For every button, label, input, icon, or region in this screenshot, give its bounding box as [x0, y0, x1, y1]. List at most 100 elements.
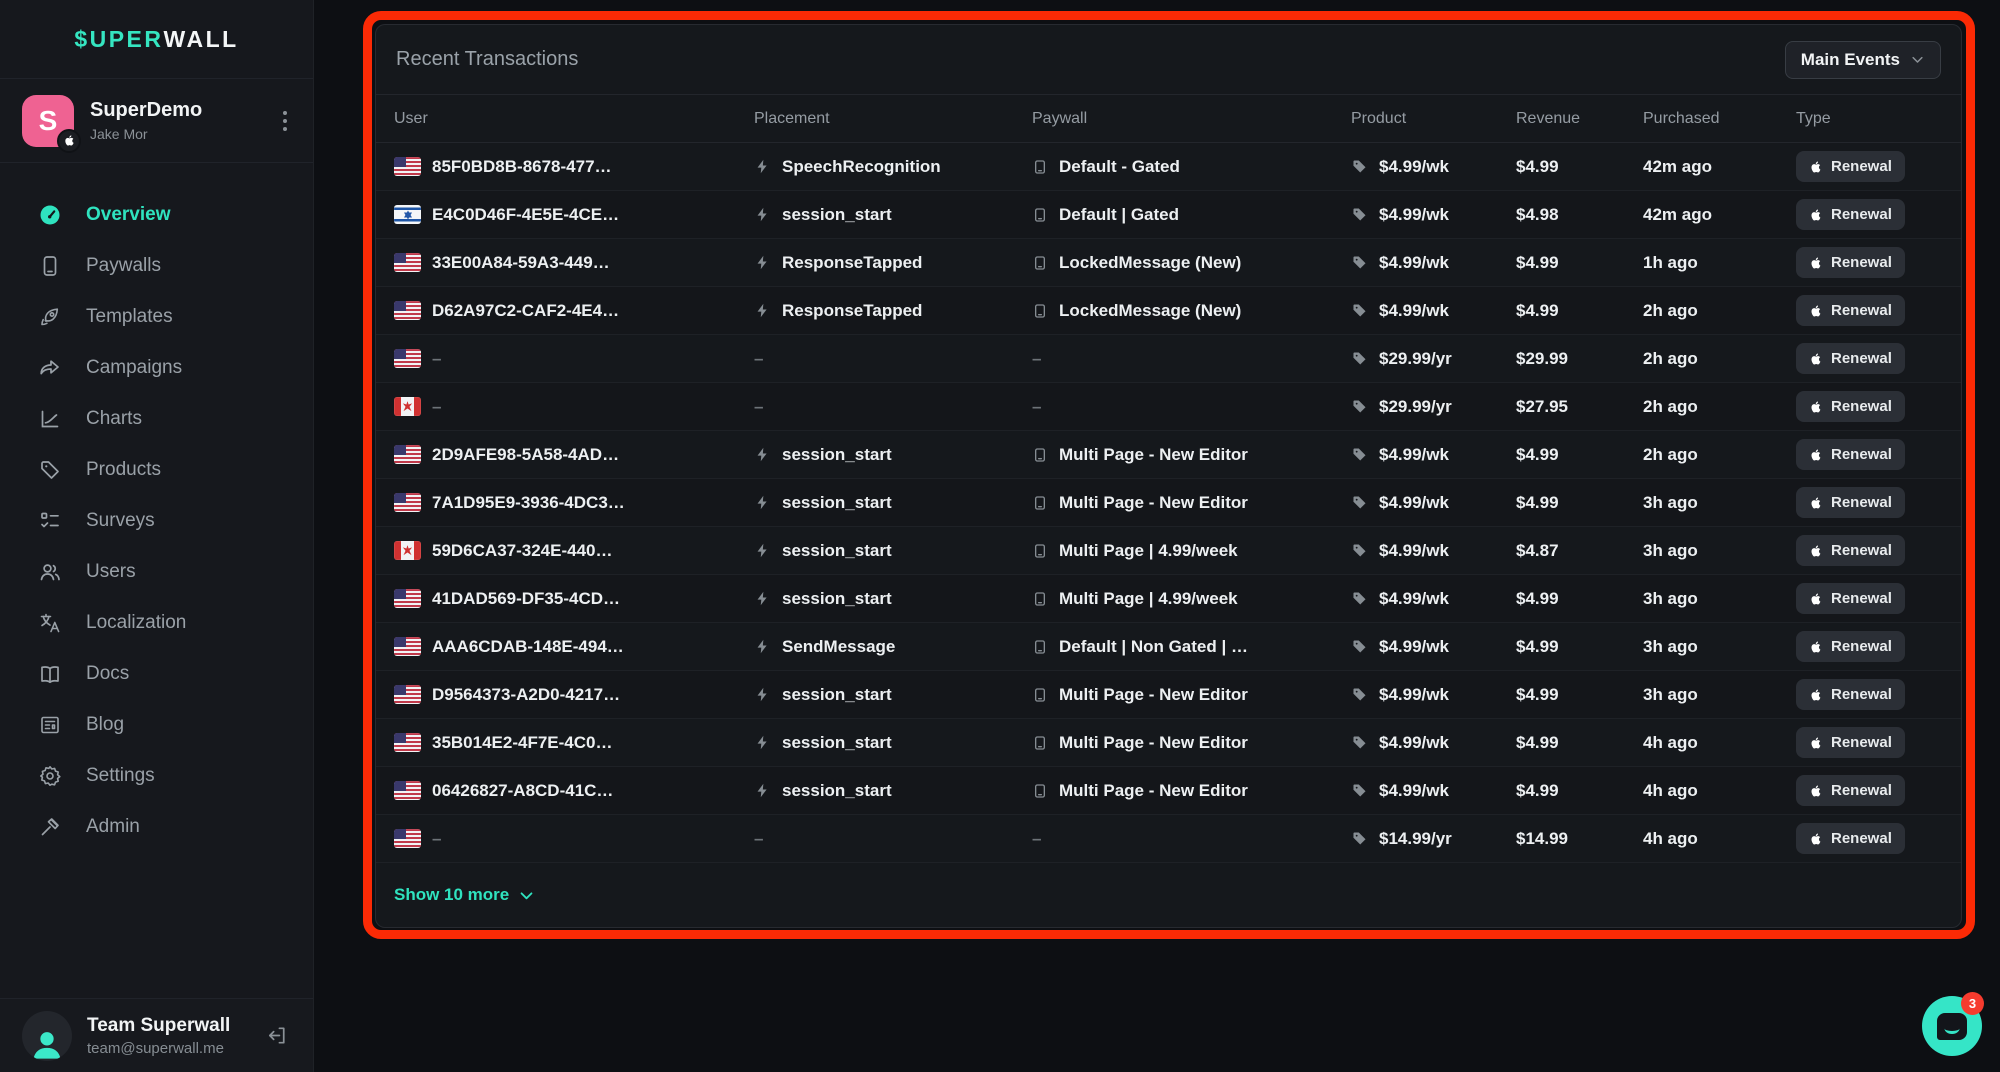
tag-icon	[1351, 494, 1368, 511]
table-row[interactable]: 33E00A84-59A3-449… ResponseTapped Locked…	[376, 239, 1961, 287]
sidebar-item-campaigns[interactable]: Campaigns	[0, 342, 313, 393]
sidebar-item-label: Products	[86, 459, 161, 481]
logout-icon[interactable]	[262, 1020, 293, 1051]
transaction-type-badge: Renewal	[1796, 151, 1905, 182]
table-row[interactable]: – – – $29.99/yr $29.99 2h ago Renewal	[376, 335, 1961, 383]
paywall-icon	[1032, 447, 1048, 463]
bolt-icon	[754, 302, 771, 319]
transaction-type-badge: Renewal	[1796, 727, 1905, 758]
transaction-type-label: Renewal	[1831, 254, 1892, 271]
paywall-name: Multi Page | 4.99/week	[1059, 541, 1238, 561]
paywall-icon	[1032, 591, 1048, 607]
product-price: $4.99/wk	[1379, 445, 1449, 465]
purchased-time: 3h ago	[1643, 637, 1796, 657]
placement-name: –	[754, 349, 763, 369]
table-row[interactable]: 06426827-A8CD-41C… session_start Multi P…	[376, 767, 1961, 815]
transaction-type-label: Renewal	[1831, 206, 1892, 223]
main-events-dropdown[interactable]: Main Events	[1785, 41, 1941, 79]
column-header-product: Product	[1351, 110, 1516, 128]
product-price: $4.99/wk	[1379, 685, 1449, 705]
sidebar-item-users[interactable]: Users	[0, 546, 313, 597]
table-row[interactable]: 2D9AFE98-5A58-4AD… session_start Multi P…	[376, 431, 1961, 479]
user-id: 06426827-A8CD-41C…	[432, 781, 613, 801]
purchased-time: 1h ago	[1643, 253, 1796, 273]
show-more-button[interactable]: Show 10 more	[394, 885, 535, 905]
sidebar-item-products[interactable]: Products	[0, 444, 313, 495]
table-row[interactable]: 85F0BD8B-8678-477… SpeechRecognition Def…	[376, 143, 1961, 191]
product-price: $4.99/wk	[1379, 253, 1449, 273]
sidebar-item-overview[interactable]: Overview	[0, 189, 313, 240]
paywall-name: Default | Gated	[1059, 205, 1179, 225]
purchased-time: 42m ago	[1643, 157, 1796, 177]
paywall-icon	[1032, 255, 1048, 271]
transaction-type-label: Renewal	[1831, 542, 1892, 559]
user-id: 41DAD569-DF35-4CD…	[432, 589, 620, 609]
apple-icon	[1809, 688, 1823, 702]
placement-name: ResponseTapped	[782, 301, 922, 321]
sidebar-item-blog[interactable]: Blog	[0, 699, 313, 750]
sidebar-item-templates[interactable]: Templates	[0, 291, 313, 342]
table-row[interactable]: 59D6CA37-324E-440… session_start Multi P…	[376, 527, 1961, 575]
table-row[interactable]: 41DAD569-DF35-4CD… session_start Multi P…	[376, 575, 1961, 623]
paywall-name: Multi Page - New Editor	[1059, 445, 1248, 465]
apple-icon	[1809, 160, 1823, 174]
table-row[interactable]: – – – $29.99/yr $27.95 2h ago Renewal	[376, 383, 1961, 431]
transaction-type-badge: Renewal	[1796, 391, 1905, 422]
apple-icon	[1809, 592, 1823, 606]
user-id: 33E00A84-59A3-449…	[432, 253, 610, 273]
flag-us-icon	[394, 349, 421, 368]
sidebar-item-charts[interactable]: Charts	[0, 393, 313, 444]
paywall-name: Multi Page - New Editor	[1059, 781, 1248, 801]
product-price: $4.99/wk	[1379, 589, 1449, 609]
revenue-value: $14.99	[1516, 829, 1643, 849]
chart-icon	[38, 407, 62, 431]
revenue-value: $4.99	[1516, 685, 1643, 705]
table-row[interactable]: D9564373-A2D0-4217… session_start Multi …	[376, 671, 1961, 719]
table-row[interactable]: 7A1D95E9-3936-4DC3… session_start Multi …	[376, 479, 1961, 527]
tag-icon	[1351, 350, 1368, 367]
tag-icon	[1351, 398, 1368, 415]
tag-icon	[1351, 542, 1368, 559]
main-events-dropdown-label: Main Events	[1801, 50, 1900, 70]
placement-name: SpeechRecognition	[782, 157, 941, 177]
paywall-name: Default | Non Gated | …	[1059, 637, 1248, 657]
table-row[interactable]: 35B014E2-4F7E-4C0… session_start Multi P…	[376, 719, 1961, 767]
flag-us-icon	[394, 253, 421, 272]
table-row[interactable]: AAA6CDAB-148E-494… SendMessage Default |…	[376, 623, 1961, 671]
transaction-type-label: Renewal	[1831, 158, 1892, 175]
chat-launcher-button[interactable]: 3	[1922, 996, 1982, 1056]
flag-ca-icon	[394, 397, 421, 416]
sidebar-item-paywalls[interactable]: Paywalls	[0, 240, 313, 291]
apple-icon	[1809, 544, 1823, 558]
paywall-icon	[1032, 159, 1048, 175]
app-menu-kebab-icon[interactable]	[277, 105, 293, 137]
sidebar-item-surveys[interactable]: Surveys	[0, 495, 313, 546]
paywall-icon	[1032, 543, 1048, 559]
table-row[interactable]: – – – $14.99/yr $14.99 4h ago Renewal	[376, 815, 1961, 863]
placement-name: session_start	[782, 541, 892, 561]
table-row[interactable]: D62A97C2-CAF2-4E4… ResponseTapped Locked…	[376, 287, 1961, 335]
tag-icon	[38, 458, 62, 482]
revenue-value: $4.99	[1516, 589, 1643, 609]
sidebar-item-admin[interactable]: Admin	[0, 801, 313, 852]
purchased-time: 2h ago	[1643, 445, 1796, 465]
sidebar-item-label: Overview	[86, 204, 171, 226]
placement-name: SendMessage	[782, 637, 895, 657]
flag-us-icon	[394, 445, 421, 464]
revenue-value: $4.99	[1516, 637, 1643, 657]
user-id: D9564373-A2D0-4217…	[432, 685, 620, 705]
placement-name: session_start	[782, 445, 892, 465]
sidebar-item-localization[interactable]: Localization	[0, 597, 313, 648]
paywall-name: –	[1032, 829, 1041, 849]
apple-platform-icon	[57, 129, 81, 153]
placement-name: –	[754, 829, 763, 849]
app-switcher[interactable]: S SuperDemo Jake Mor	[0, 79, 313, 163]
sidebar-item-docs[interactable]: Docs	[0, 648, 313, 699]
transaction-type-badge: Renewal	[1796, 583, 1905, 614]
sidebar-item-settings[interactable]: Settings	[0, 750, 313, 801]
team-avatar	[22, 1011, 72, 1061]
table-row[interactable]: E4C0D46F-4E5E-4CE… session_start Default…	[376, 191, 1961, 239]
tag-icon	[1351, 254, 1368, 271]
paywall-name: Multi Page - New Editor	[1059, 685, 1248, 705]
user-id: 2D9AFE98-5A58-4AD…	[432, 445, 619, 465]
